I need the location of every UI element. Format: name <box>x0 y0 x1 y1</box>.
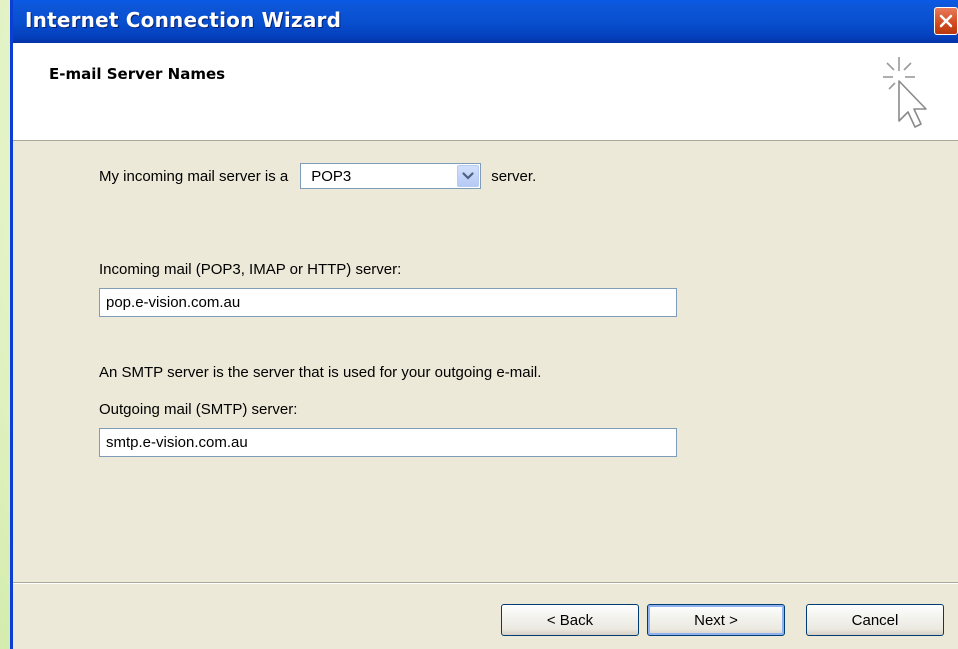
cancel-button[interactable]: Cancel <box>806 604 944 636</box>
title-bar[interactable]: Internet Connection Wizard <box>13 0 958 43</box>
window-title: Internet Connection Wizard <box>25 8 342 32</box>
incoming-server-input[interactable] <box>99 288 677 317</box>
close-icon <box>939 14 953 28</box>
server-type-prefix-label: My incoming mail server is a <box>99 167 289 185</box>
outgoing-server-label: Outgoing mail (SMTP) server: <box>99 401 298 418</box>
close-button[interactable] <box>934 7 958 35</box>
wizard-sparkle-cursor-icon <box>883 57 927 128</box>
incoming-server-label: Incoming mail (POP3, IMAP or HTTP) serve… <box>99 261 402 278</box>
outgoing-server-input[interactable] <box>99 428 677 457</box>
dropdown-button[interactable] <box>457 165 480 187</box>
chevron-down-icon <box>462 172 474 180</box>
server-type-value: POP3 <box>311 168 352 185</box>
page-title: E-mail Server Names <box>49 65 226 83</box>
footer-divider <box>13 582 958 584</box>
server-type-select[interactable]: POP3 <box>300 163 482 189</box>
next-button[interactable]: Next > <box>647 604 785 636</box>
smtp-info-text: An SMTP server is the server that is use… <box>99 364 542 381</box>
back-button[interactable]: < Back <box>501 604 639 636</box>
server-type-suffix-label: server. <box>491 167 537 185</box>
header-panel: E-mail Server Names <box>13 43 958 141</box>
server-type-row: My incoming mail server is a POP3 server… <box>99 162 536 190</box>
wizard-window: Internet Connection Wizard E-mail Server… <box>10 0 958 649</box>
